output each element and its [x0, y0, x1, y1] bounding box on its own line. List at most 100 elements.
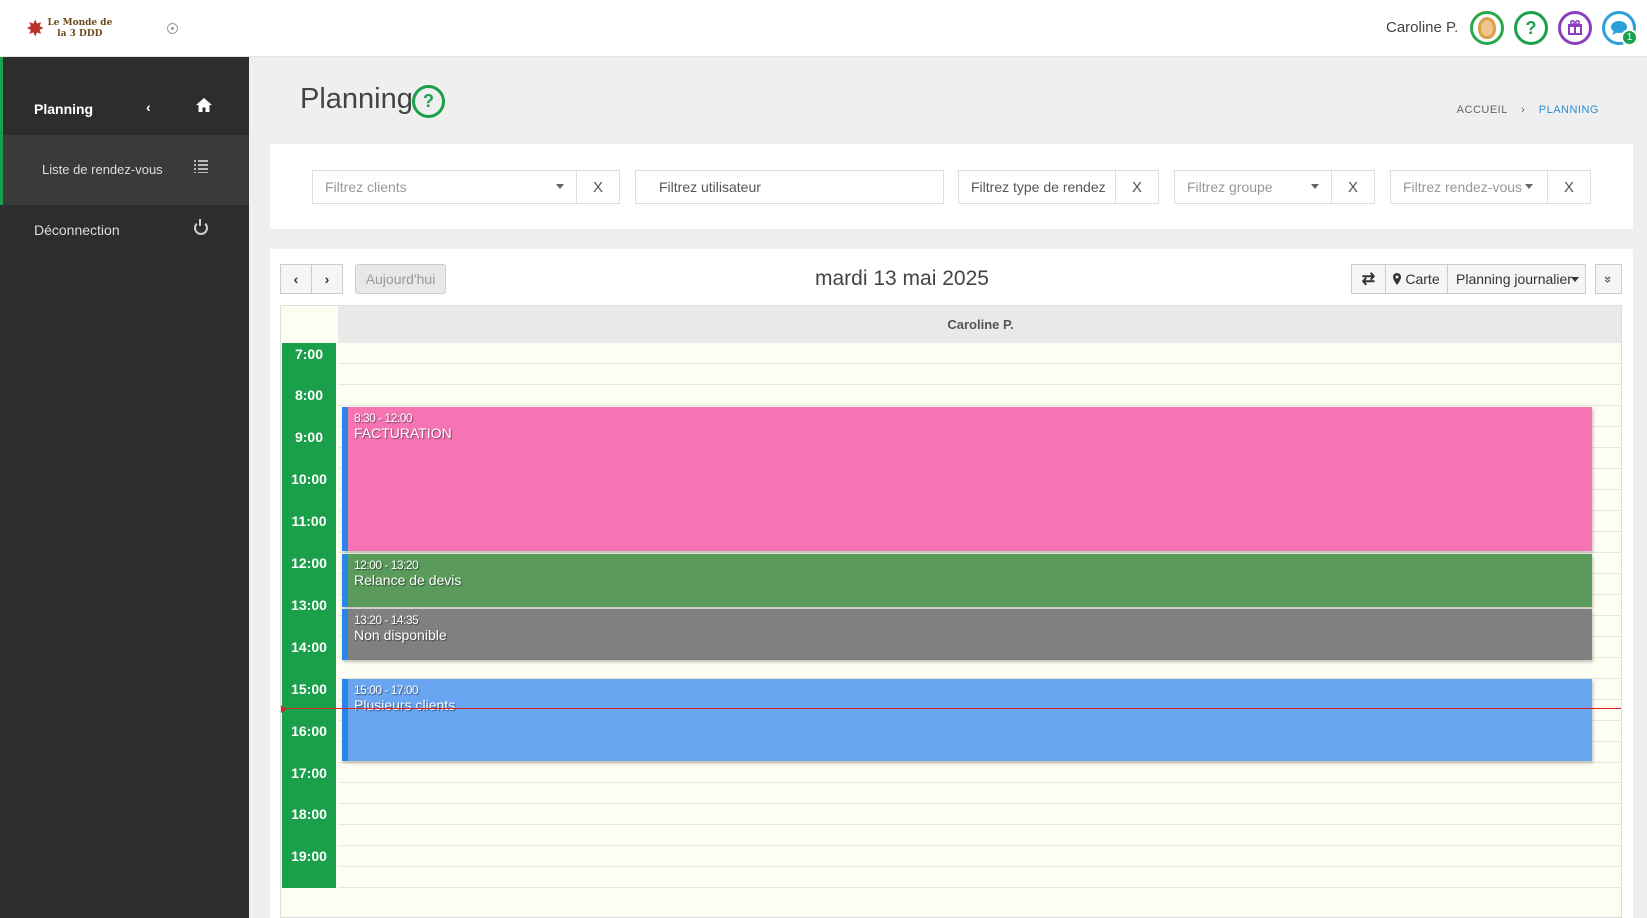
hour-label: 12:00: [282, 552, 336, 574]
half-hour-slot: [282, 364, 336, 385]
hour-label: 13:00: [282, 594, 336, 616]
event-title: FACTURATION: [354, 424, 452, 441]
view-select-label: Planning journalier: [1456, 271, 1572, 287]
filter-panel: Filtrez clients X Filtrez utilisateur Fi…: [270, 144, 1633, 229]
list-icon: [194, 160, 208, 173]
caret-down-icon: [1525, 184, 1533, 189]
logo-text-line1: Le Monde de: [47, 18, 113, 28]
clients-filter-placeholder: Filtrez clients: [325, 179, 407, 195]
slot-line: [338, 782, 1621, 784]
avatar[interactable]: [1470, 11, 1504, 45]
hour-label: 14:00: [282, 636, 336, 658]
half-hour-slot: [282, 447, 336, 469]
slot-line: [338, 887, 1621, 889]
event-time: 15:00 - 17:00: [354, 683, 419, 698]
avatar-face-icon: [1478, 17, 1496, 39]
calendar-event[interactable]: 15:00 - 17:00 Plusieurs clients: [342, 679, 1592, 761]
event-title: Relance de devis: [354, 571, 462, 588]
app-logo[interactable]: ✸ Le Monde de la 3 DDD: [26, 14, 118, 44]
sidebar-item-appointment-list-label: Liste de rendez-vous: [42, 162, 163, 177]
group-filter-placeholder: Filtrez groupe: [1187, 179, 1273, 195]
half-hour-slot: [282, 489, 336, 511]
logo-star-icon: ✸: [26, 16, 45, 41]
slot-line: [338, 761, 1621, 763]
appointment-type-filter-placeholder: Filtrez type de rendez: [971, 179, 1106, 195]
double-chevron-down-icon: »: [1600, 275, 1616, 283]
event-title: Non disponible: [354, 627, 447, 644]
today-button[interactable]: Aujourd'hui: [355, 264, 446, 294]
calendar-event[interactable]: 13:20 - 14:35 Non disponible: [342, 609, 1592, 660]
logo-text-line2: la 3 DDD: [57, 29, 103, 39]
help-icon[interactable]: ?: [1514, 11, 1548, 45]
hour-label: 9:00: [282, 426, 336, 448]
slot-line: [338, 845, 1621, 847]
appointments-filter-placeholder: Filtrez rendez-vous: [1403, 179, 1523, 195]
user-filter-input[interactable]: Filtrez utilisateur: [635, 170, 944, 204]
gift-icon[interactable]: [1558, 11, 1592, 45]
calendar-column-header: Caroline P.: [338, 306, 1621, 343]
appointment-type-filter-clear-button[interactable]: X: [1115, 170, 1159, 204]
sidebar: Planning ‹ Liste de rendez-vous Déconnec…: [0, 57, 249, 918]
power-icon[interactable]: [194, 219, 208, 235]
hour-label: 17:00: [282, 762, 336, 783]
map-marker-icon: [1393, 273, 1402, 285]
half-hour-slot: [282, 615, 336, 637]
half-hour-slot: [282, 741, 336, 763]
now-indicator-arrow-icon: [281, 705, 286, 713]
slot-line: [338, 803, 1621, 805]
page-title: Planning: [300, 83, 413, 115]
gift-glyph: [1568, 20, 1582, 35]
caret-down-icon: [1571, 277, 1579, 282]
hour-label: 19:00: [282, 845, 336, 867]
prev-day-button[interactable]: ‹: [280, 264, 312, 294]
appointment-type-filter-select[interactable]: Filtrez type de rendez: [958, 170, 1116, 204]
chevron-left-icon[interactable]: ‹: [146, 99, 151, 115]
sidebar-toggle-icon[interactable]: [167, 23, 178, 34]
map-button[interactable]: Carte: [1385, 264, 1448, 294]
breadcrumb: ACCUEIL › PLANNING: [1457, 104, 1599, 116]
half-hour-slot: [282, 866, 336, 888]
appointments-filter-clear-button[interactable]: X: [1547, 170, 1591, 204]
sidebar-item-logout[interactable]: Déconnection: [34, 222, 120, 238]
caret-down-icon: [1311, 184, 1319, 189]
sidebar-item-planning-label: Planning: [34, 101, 94, 117]
calendar-event[interactable]: 8:30 - 12:00 FACTURATION: [342, 406, 1592, 552]
view-select[interactable]: Planning journalier: [1447, 264, 1586, 294]
clients-filter-clear-button[interactable]: X: [576, 170, 620, 204]
home-icon[interactable]: [196, 98, 212, 112]
half-hour-slot: [282, 783, 336, 804]
slot-line: [338, 866, 1621, 868]
half-hour-slot: [282, 657, 336, 679]
day-calendar-grid[interactable]: Caroline P. 7:00 8:00 9:00 10:00 11:00 12:00 1…: [280, 305, 1622, 918]
next-day-button[interactable]: ›: [311, 264, 343, 294]
hour-label: 15:00: [282, 678, 336, 700]
breadcrumb-home[interactable]: ACCUEIL: [1457, 104, 1508, 116]
group-filter-select[interactable]: Filtrez groupe: [1174, 170, 1332, 204]
appointments-filter-select[interactable]: Filtrez rendez-vous: [1390, 170, 1548, 204]
calendar-event[interactable]: 12:00 - 13:20 Relance de devis: [342, 553, 1592, 608]
hour-label: 11:00: [282, 510, 336, 532]
group-filter-clear-button[interactable]: X: [1331, 170, 1375, 204]
sidebar-item-appointment-list[interactable]: Liste de rendez-vous: [0, 135, 249, 205]
hour-label: 10:00: [282, 468, 336, 490]
hour-label: 16:00: [282, 720, 336, 742]
event-time: 13:20 - 14:35: [354, 613, 419, 628]
swap-view-button[interactable]: ⇄: [1351, 264, 1386, 294]
caret-down-icon: [556, 184, 564, 189]
half-hour-slot: [282, 405, 336, 427]
more-options-button[interactable]: »: [1595, 264, 1622, 294]
user-filter-placeholder: Filtrez utilisateur: [659, 179, 761, 195]
clients-filter-select[interactable]: Filtrez clients: [312, 170, 577, 204]
user-name[interactable]: Caroline P.: [1386, 19, 1458, 36]
slot-line: [338, 363, 1621, 365]
breadcrumb-separator-icon: ›: [1521, 104, 1526, 116]
slot-line: [338, 824, 1621, 826]
hour-label: 7:00: [282, 343, 336, 364]
now-indicator-line: [281, 708, 1621, 709]
page-help-icon[interactable]: ?: [412, 85, 445, 118]
sidebar-item-planning[interactable]: Planning ‹: [0, 57, 249, 135]
time-column: 7:00 8:00 9:00 10:00 11:00 12:00 13:00 14:00 15:…: [281, 343, 337, 917]
hour-label: 8:00: [282, 384, 336, 406]
top-bar: ✸ Le Monde de la 3 DDD Caroline P. ? 1: [0, 0, 1647, 57]
breadcrumb-current: PLANNING: [1538, 104, 1599, 116]
